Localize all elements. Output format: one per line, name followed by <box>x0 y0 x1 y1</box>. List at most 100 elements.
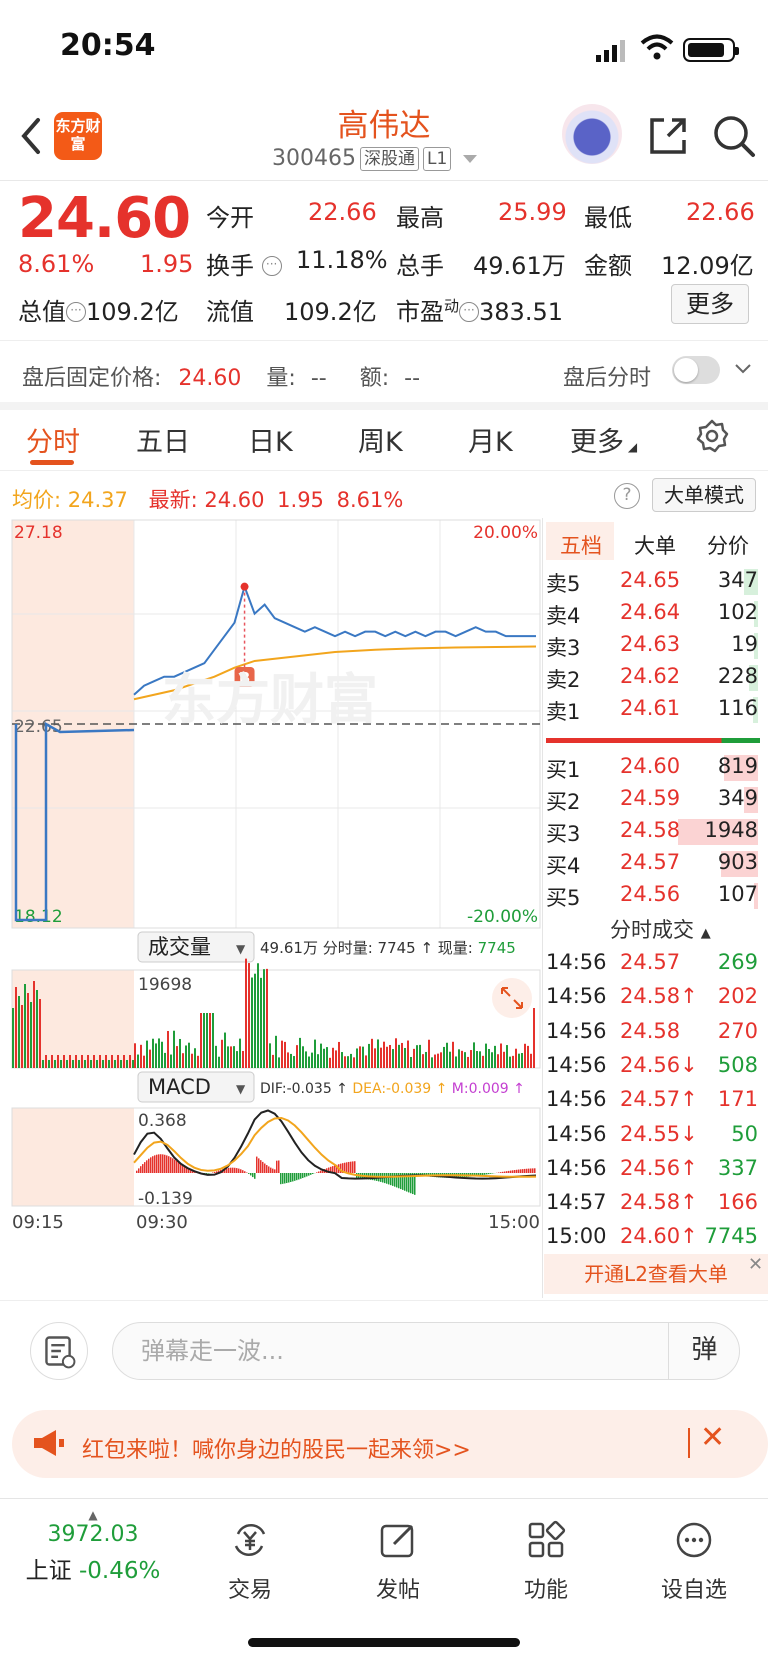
active-tab-indicator <box>30 460 74 465</box>
tab-five-levels[interactable]: 五档 <box>560 530 602 560</box>
trade-row: 14:56 24.55↓ 50 <box>546 1120 762 1154</box>
danmu-input[interactable]: 弹幕走一波... <box>112 1322 740 1380</box>
trade-volume: 202 <box>717 984 758 1009</box>
volume-bar <box>437 1053 439 1068</box>
trade-row: 14:56 24.56↓ 508 <box>546 1051 762 1085</box>
macd-histogram-bar <box>290 1173 292 1183</box>
settings-gear-icon[interactable] <box>694 418 730 454</box>
after-hours-row: 盘后固定价格: 24.60 量: -- 额: -- <box>22 366 421 391</box>
level-volume: 102 <box>717 600 758 624</box>
price-axis-top: 27.18 <box>14 523 63 543</box>
after-hours-timeline-label: 盘后分时 <box>563 366 652 391</box>
danmu-list-icon[interactable] <box>30 1322 88 1380</box>
macd-histogram-bar <box>170 1157 172 1173</box>
danmu-send-button[interactable]: 弹 <box>668 1322 740 1380</box>
bid-level-row[interactable]: 买2 24.59 349 <box>546 784 762 816</box>
share-icon[interactable] <box>648 116 688 156</box>
section-gap <box>0 402 768 410</box>
tab-weekly-k[interactable]: 周K <box>358 420 403 459</box>
volume-bar <box>96 1060 98 1068</box>
volume-bar <box>209 1013 211 1068</box>
trade-time: 14:56 <box>546 1155 607 1180</box>
chevron-down-icon[interactable] <box>734 360 752 378</box>
volume-bar <box>221 1039 223 1068</box>
tab-big-orders[interactable]: 大单 <box>634 530 676 560</box>
volume-bar <box>335 1050 337 1068</box>
level-price: 24.60 <box>620 754 681 778</box>
trade-price: 24.58↑ <box>620 984 698 1009</box>
trade-time: 14:56 <box>546 1018 607 1043</box>
bid-level-row[interactable]: 买1 24.60 819 <box>546 752 762 784</box>
macd-histogram-bar <box>302 1173 304 1179</box>
close-icon[interactable]: ✕ <box>748 1254 763 1275</box>
volume-bar <box>99 1055 101 1068</box>
trade-volume: 508 <box>717 1052 758 1077</box>
volume-bar <box>329 1057 331 1068</box>
ask-level-row[interactable]: 卖3 24.63 19 <box>546 630 762 662</box>
volume-bar <box>470 1050 472 1068</box>
volume-bar <box>66 1060 68 1068</box>
level-label: 买5 <box>546 886 581 910</box>
stock-code-row[interactable]: 300465 深股通 L1 <box>272 146 478 171</box>
trade-volume: 270 <box>717 1018 758 1043</box>
volume-bar <box>440 1052 442 1068</box>
tab-monthly-k[interactable]: 月K <box>468 420 513 459</box>
volume-bar <box>338 1041 340 1068</box>
macd-histogram-bar <box>178 1162 180 1173</box>
index-widget[interactable]: ▲ 3972.03 上证 -0.46% <box>18 1508 168 1585</box>
nav-post[interactable]: 发帖 <box>328 1520 468 1604</box>
ask-level-row[interactable]: 卖1 24.61 116 <box>546 694 762 726</box>
assistant-robot-icon[interactable] <box>562 104 622 164</box>
volume-bar <box>263 969 265 1068</box>
volume-bar <box>102 1060 104 1068</box>
macd-histogram-bar <box>244 1171 246 1173</box>
bid-level-row[interactable]: 买3 24.58 1948 <box>546 816 762 848</box>
x-tick-close: 15:00 <box>488 1212 540 1233</box>
volume-bar <box>188 1042 190 1068</box>
ask-level-row[interactable]: 卖4 24.64 102 <box>546 598 762 630</box>
volume-bar <box>353 1057 355 1068</box>
level-price: 24.57 <box>620 850 681 874</box>
x-tick-open: 09:15 <box>12 1212 64 1233</box>
ask-level-row[interactable]: 卖2 24.62 228 <box>546 662 762 694</box>
close-icon[interactable]: ✕ <box>700 1420 725 1455</box>
volume-bar <box>275 1035 277 1068</box>
volume-bar <box>473 1042 475 1068</box>
chevron-down-icon: ▼ <box>236 942 246 956</box>
nav-add-watchlist[interactable]: 设自选 <box>624 1520 764 1604</box>
l2-upgrade-banner[interactable]: 开通L2查看大单 <box>544 1254 768 1294</box>
volume-bar <box>179 1038 181 1068</box>
after-hours-toggle[interactable] <box>672 356 720 384</box>
nav-add-watchlist-label: 设自选 <box>660 1578 727 1603</box>
tab-price-distribution[interactable]: 分价 <box>707 530 749 560</box>
more-button[interactable]: 更多 <box>671 284 749 324</box>
tab-more[interactable]: 更多 ◢ <box>570 420 637 459</box>
bid-level-row[interactable]: 买5 24.56 107 <box>546 880 762 912</box>
volume-bar <box>506 1045 508 1068</box>
volume-bar <box>15 987 17 1068</box>
search-icon[interactable] <box>712 114 756 158</box>
cellular-signal-icon <box>596 40 625 62</box>
nav-trade[interactable]: 交易 <box>180 1520 320 1604</box>
trades-title[interactable]: 分时成交 ▲ <box>610 914 711 944</box>
ask-level-row[interactable]: 卖5 24.65 347 <box>546 566 762 598</box>
nav-functions[interactable]: 功能 <box>476 1520 616 1604</box>
macd-histogram-bar <box>390 1173 392 1186</box>
info-dots-icon[interactable]: ··· <box>66 302 86 322</box>
macd-histogram-bar <box>238 1168 240 1173</box>
intraday-chart[interactable]: 27.1822.6518.1220.00%-20.00%B成交量 ▼ 49.61万 … <box>0 518 544 1298</box>
volume-bar <box>152 1038 154 1068</box>
info-dots-icon[interactable]: ··· <box>261 256 282 276</box>
info-dots-icon[interactable]: ··· <box>459 302 480 322</box>
tab-daily-k[interactable]: 日K <box>248 420 293 459</box>
tab-timeline[interactable]: 分时 <box>26 420 80 459</box>
macd-histogram-bar <box>530 1168 532 1173</box>
volume-bar <box>407 1040 409 1068</box>
bid-level-row[interactable]: 买4 24.57 903 <box>546 848 762 880</box>
tab-five-day[interactable]: 五日 <box>136 420 190 459</box>
help-icon[interactable]: ? <box>614 483 640 509</box>
volume-bar <box>72 1060 74 1068</box>
divider <box>542 518 543 1298</box>
macd-histogram-bar <box>288 1173 290 1183</box>
big-order-mode-button[interactable]: 大单模式 <box>652 478 756 512</box>
